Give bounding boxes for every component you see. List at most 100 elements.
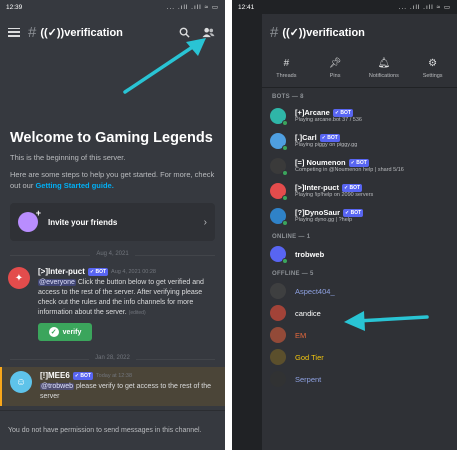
edited-tag: (edited) [128, 310, 146, 316]
getting-started-link[interactable]: Getting Started guide. [35, 181, 113, 190]
background-channel-peek [232, 14, 262, 450]
status-bar: 12:39 ... .ıll .ıll ≈ ▭ [0, 0, 225, 14]
online-status-indicator [282, 119, 288, 126]
member-name-text: God Tier [295, 352, 324, 362]
member-row[interactable]: [=] Noumenon ✓ BOT Competing in @Noumenon … [262, 153, 457, 178]
invite-friends-label: Invite your friends [48, 217, 118, 227]
member-info: trobweb [295, 250, 449, 259]
member-name: Aspect404_ [295, 287, 449, 296]
online-status-indicator [282, 219, 288, 226]
no-permission-notice: You do not have permission to send messa… [0, 410, 225, 450]
online-section-header: ONLINE — 1 [272, 234, 311, 240]
message-author[interactable]: [>]Inter-puct [38, 267, 85, 276]
member-name-text: Aspect404_ [295, 286, 335, 296]
message-text: @trobweb please verify to get access to … [40, 382, 217, 402]
member-row[interactable]: EM [262, 324, 457, 346]
checkmark-icon: ✓ [48, 327, 59, 337]
invite-icon [18, 208, 41, 232]
invite-friends-button[interactable]: Invite your friends › [10, 203, 215, 241]
avatar [270, 305, 286, 321]
bot-badge: ✓ BOT [319, 133, 340, 142]
tab-settings-label: Settings [422, 73, 443, 79]
avatar [270, 157, 288, 176]
bot-badge: ✓ BOT [87, 267, 109, 276]
bell-icon: 🔔︎ [377, 58, 391, 69]
tab-threads-label: Threads [276, 73, 297, 79]
bot-badge: ✓ BOT [332, 108, 353, 117]
tab-notifications-label: Notifications [368, 73, 399, 79]
member-activity: Playing !ip!help on 2090 servers [295, 192, 374, 198]
message-text: @everyone Click the button below to get … [38, 278, 217, 318]
member-info: God Tier [295, 353, 449, 362]
members-icon[interactable] [199, 23, 217, 41]
tab-pins[interactable]: 📌︎ Pins [311, 50, 360, 87]
tab-pins-label: Pins [329, 73, 341, 79]
member-name-text: [.]Carl [295, 133, 317, 142]
menu-icon[interactable] [8, 27, 20, 37]
avatar [270, 283, 286, 299]
member-name: [+]Arcane ✓ BOT [295, 108, 449, 117]
date-divider: Aug 4, 2021 [10, 251, 215, 259]
member-row[interactable]: [+]Arcane ✓ BOT Playing arcane.bot 37 / 53… [262, 103, 457, 128]
tab-notifications[interactable]: 🔔︎ Notifications [360, 50, 409, 87]
member-name: [=] Noumenon ✓ BOT [295, 158, 449, 167]
member-activity: Competing in @Noumenon help | shard 5/16 [295, 167, 404, 173]
gear-icon: ⚙ [428, 58, 438, 69]
member-row[interactable]: [?]DynoSaur ✓ BOT Playing dyno.gg | ?help [262, 203, 457, 228]
status-time: 12:39 [6, 3, 23, 11]
threads-icon: # [283, 58, 290, 69]
bot-badge: ✓ BOT [348, 158, 369, 167]
bot-badge: ✓ BOT [341, 183, 363, 192]
welcome-steps: Here are some steps to help you get star… [10, 169, 215, 191]
avatar [270, 371, 286, 387]
member-info: [.]Carl ✓ BOT Playing piggy on piggy.gg [295, 133, 449, 148]
status-time: 12:41 [238, 3, 255, 11]
bot-badge: ✓ BOT [343, 208, 364, 217]
welcome-section: Welcome to Gaming Legends This is the be… [0, 50, 225, 191]
avatar [270, 107, 288, 126]
bots-list: [+]Arcane ✓ BOT Playing arcane.bot 37 / 53… [262, 103, 457, 228]
member-row[interactable]: God Tier [262, 346, 457, 368]
search-icon[interactable] [175, 23, 193, 41]
avatar [270, 132, 288, 151]
online-status-indicator [282, 258, 288, 264]
member-name-text: trobweb [295, 249, 325, 259]
member-row[interactable]: candice [262, 302, 457, 324]
avatar [270, 182, 288, 201]
avatar [270, 207, 288, 226]
member-name: trobweb [295, 250, 449, 259]
member-name: EM [295, 331, 449, 340]
tab-threads[interactable]: # Threads [262, 50, 311, 87]
left-phone-screen: 12:39 ... .ıll .ıll ≈ ▭ # ((✓))verificat… [0, 0, 225, 450]
member-row[interactable]: [.]Carl ✓ BOT Playing piggy on piggy.gg [262, 128, 457, 153]
member-row[interactable]: trobweb [262, 243, 457, 265]
tab-settings[interactable]: ⚙ Settings [408, 50, 457, 87]
member-activity: Playing arcane.bot 37 / 536 [295, 117, 362, 123]
member-name-text: [?]DynoSaur [295, 208, 340, 217]
member-name-text: [=] Noumenon [295, 158, 346, 167]
member-info: [+]Arcane ✓ BOT Playing arcane.bot 37 / 53… [295, 108, 449, 123]
member-info: Aspect404_ [295, 287, 449, 296]
member-row[interactable]: [>]Inter-puct ✓ BOT Playing !ip!help on 20… [262, 178, 457, 203]
mention-user[interactable]: @trobweb [40, 383, 75, 390]
right-phone-screen: 12:41 ... .ıll .ıll ≈ ▭ # ((✓))verificat… [232, 0, 457, 450]
message-timestamp: Aug 4, 2021 00:28 [111, 268, 156, 275]
avatar[interactable]: ✦ [8, 267, 30, 289]
member-name: God Tier [295, 353, 449, 362]
channel-hash-icon: # [28, 23, 37, 41]
member-row[interactable]: Aspect404_ [262, 280, 457, 302]
status-signal: ... .ıll .ıll ≈ ▭ [398, 4, 451, 11]
message-mee6: ☺ [!]MEE6 ✓ BOT Today at 12:38 @trobweb … [0, 367, 225, 406]
bot-badge: ✓ BOT [72, 371, 93, 380]
online-list: trobweb [262, 243, 457, 265]
welcome-intro: This is the beginning of this server. [10, 153, 126, 162]
member-info: [=] Noumenon ✓ BOT Competing in @Noumenon … [295, 158, 449, 173]
avatar[interactable]: ☺ [10, 371, 32, 393]
member-name-text: [>]Inter-puct [295, 183, 339, 192]
online-status-indicator [282, 144, 288, 151]
verify-button[interactable]: ✓ verify [38, 323, 92, 341]
member-name-text: candice [295, 308, 321, 318]
mention-everyone[interactable]: @everyone [38, 279, 76, 286]
message-author[interactable]: [!]MEE6 [40, 371, 70, 380]
member-row[interactable]: Serpent [262, 368, 457, 390]
